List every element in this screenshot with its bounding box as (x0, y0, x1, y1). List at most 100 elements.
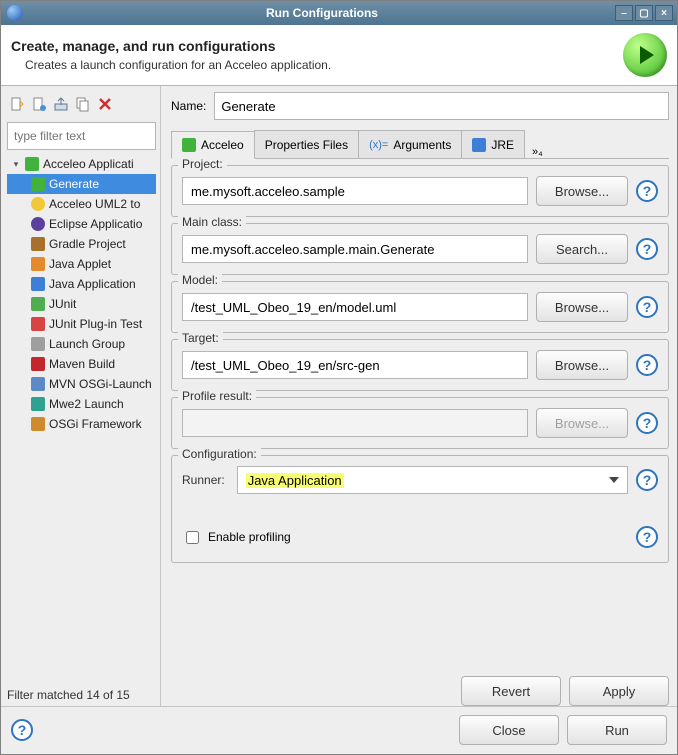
tree-item-label: Java Applet (49, 257, 111, 271)
duplicate-icon[interactable] (75, 96, 91, 112)
dialog-subtitle: Creates a launch configuration for an Ac… (25, 58, 331, 72)
main-class-input[interactable] (182, 235, 528, 263)
target-group-label: Target: (178, 331, 223, 345)
tab-label: Properties Files (265, 138, 348, 152)
help-icon[interactable]: ? (636, 238, 658, 260)
tab-acceleo[interactable]: Acceleo (171, 131, 255, 159)
name-input[interactable] (214, 92, 669, 120)
export-icon[interactable] (53, 96, 69, 112)
acceleo-icon (25, 157, 39, 171)
expander-icon[interactable]: ▾ (11, 159, 21, 170)
filter-input[interactable] (7, 122, 156, 150)
mwe2-icon (31, 397, 45, 411)
tree-item[interactable]: Mwe2 Launch (7, 394, 156, 414)
help-icon[interactable]: ? (636, 469, 658, 491)
model-input[interactable] (182, 293, 528, 321)
project-group-label: Project: (178, 157, 227, 171)
main-class-search-button[interactable]: Search... (536, 234, 628, 264)
model-group-label: Model: (178, 273, 222, 287)
app-icon (7, 5, 23, 21)
acceleo-uml-icon (31, 197, 45, 211)
tree-item-label: OSGi Framework (49, 417, 142, 431)
config-form: Name: Acceleo Properties Files (x)= Argu… (161, 86, 677, 706)
tree-item[interactable]: OSGi Framework (7, 414, 156, 434)
tree-item[interactable]: Java Applet (7, 254, 156, 274)
new-config-icon[interactable] (9, 96, 25, 112)
help-icon[interactable]: ? (636, 354, 658, 376)
java-app-icon (31, 277, 45, 291)
delete-icon[interactable] (97, 96, 113, 112)
help-icon[interactable]: ? (636, 296, 658, 318)
maven-icon (31, 357, 45, 371)
tree-item[interactable]: JUnit (7, 294, 156, 314)
tab-overflow[interactable]: »₄ (524, 146, 551, 158)
close-window-button[interactable]: × (655, 5, 673, 21)
project-browse-button[interactable]: Browse... (536, 176, 628, 206)
new-proto-icon[interactable] (31, 96, 47, 112)
runner-label: Runner: (182, 473, 225, 487)
junit-icon (31, 297, 45, 311)
eclipse-icon (31, 217, 45, 231)
run-button[interactable]: Run (567, 715, 667, 745)
tab-jre[interactable]: JRE (461, 130, 525, 158)
project-input[interactable] (182, 177, 528, 205)
jre-icon (472, 138, 486, 152)
maximize-button[interactable]: ▢ (635, 5, 653, 21)
model-browse-button[interactable]: Browse... (536, 292, 628, 322)
tree-item-label: Acceleo UML2 to (49, 197, 140, 211)
filter-status: Filter matched 14 of 15 (7, 684, 156, 706)
tree-item-selected[interactable]: Generate (7, 174, 156, 194)
tree-item[interactable]: Maven Build (7, 354, 156, 374)
tab-properties[interactable]: Properties Files (254, 130, 359, 158)
help-icon[interactable]: ? (636, 526, 658, 548)
window-title: Run Configurations (29, 6, 615, 20)
acceleo-icon (31, 177, 45, 191)
tree-item-label: Maven Build (49, 357, 115, 371)
osgi-icon (31, 417, 45, 431)
tree-item[interactable]: Launch Group (7, 334, 156, 354)
chevron-down-icon (609, 477, 619, 483)
tree-root[interactable]: ▾ Acceleo Applicati (7, 154, 156, 174)
runner-select[interactable]: Java Application (237, 466, 628, 494)
tree-item-label: Java Application (49, 277, 136, 291)
target-input[interactable] (182, 351, 528, 379)
window-titlebar: Run Configurations – ▢ × (1, 1, 677, 25)
tree-item-label: Gradle Project (49, 237, 126, 251)
tree-item[interactable]: Eclipse Applicatio (7, 214, 156, 234)
tree-item[interactable]: JUnit Plug-in Test (7, 314, 156, 334)
enable-profiling-input[interactable] (186, 531, 199, 544)
target-browse-button[interactable]: Browse... (536, 350, 628, 380)
revert-button[interactable]: Revert (461, 676, 561, 706)
tree-item[interactable]: Java Application (7, 274, 156, 294)
apply-button[interactable]: Apply (569, 676, 669, 706)
runner-value: Java Application (246, 473, 344, 488)
main-class-group-label: Main class: (178, 215, 246, 229)
gradle-icon (31, 237, 45, 251)
tree-item-label: Eclipse Applicatio (49, 217, 142, 231)
config-tree[interactable]: ▾ Acceleo Applicati Generate Acceleo UML… (7, 154, 156, 684)
tree-item-label: MVN OSGi-Launch (49, 377, 152, 391)
tree-item[interactable]: Gradle Project (7, 234, 156, 254)
help-icon[interactable]: ? (636, 180, 658, 202)
tab-label: Arguments (393, 138, 451, 152)
tab-arguments[interactable]: (x)= Arguments (358, 130, 462, 158)
help-icon[interactable]: ? (636, 412, 658, 434)
tree-item-label: Mwe2 Launch (49, 397, 124, 411)
tree-item[interactable]: Acceleo UML2 to (7, 194, 156, 214)
dialog-title: Create, manage, and run configurations (11, 38, 331, 54)
junit-plugin-icon (31, 317, 45, 331)
tree-item[interactable]: MVN OSGi-Launch (7, 374, 156, 394)
java-applet-icon (31, 257, 45, 271)
tree-item-label: Generate (49, 177, 99, 191)
tab-label: JRE (491, 138, 514, 152)
tab-label: Acceleo (201, 138, 244, 152)
close-button[interactable]: Close (459, 715, 559, 745)
tab-bar: Acceleo Properties Files (x)= Arguments … (171, 130, 669, 159)
run-large-icon (623, 33, 667, 77)
mvn-osgi-icon (31, 377, 45, 391)
minimize-button[interactable]: – (615, 5, 633, 21)
dialog-header: Create, manage, and run configurations C… (1, 25, 677, 86)
enable-profiling-checkbox[interactable]: Enable profiling (182, 528, 291, 547)
dialog-help-icon[interactable]: ? (11, 719, 33, 741)
tree-root-label: Acceleo Applicati (43, 157, 134, 171)
